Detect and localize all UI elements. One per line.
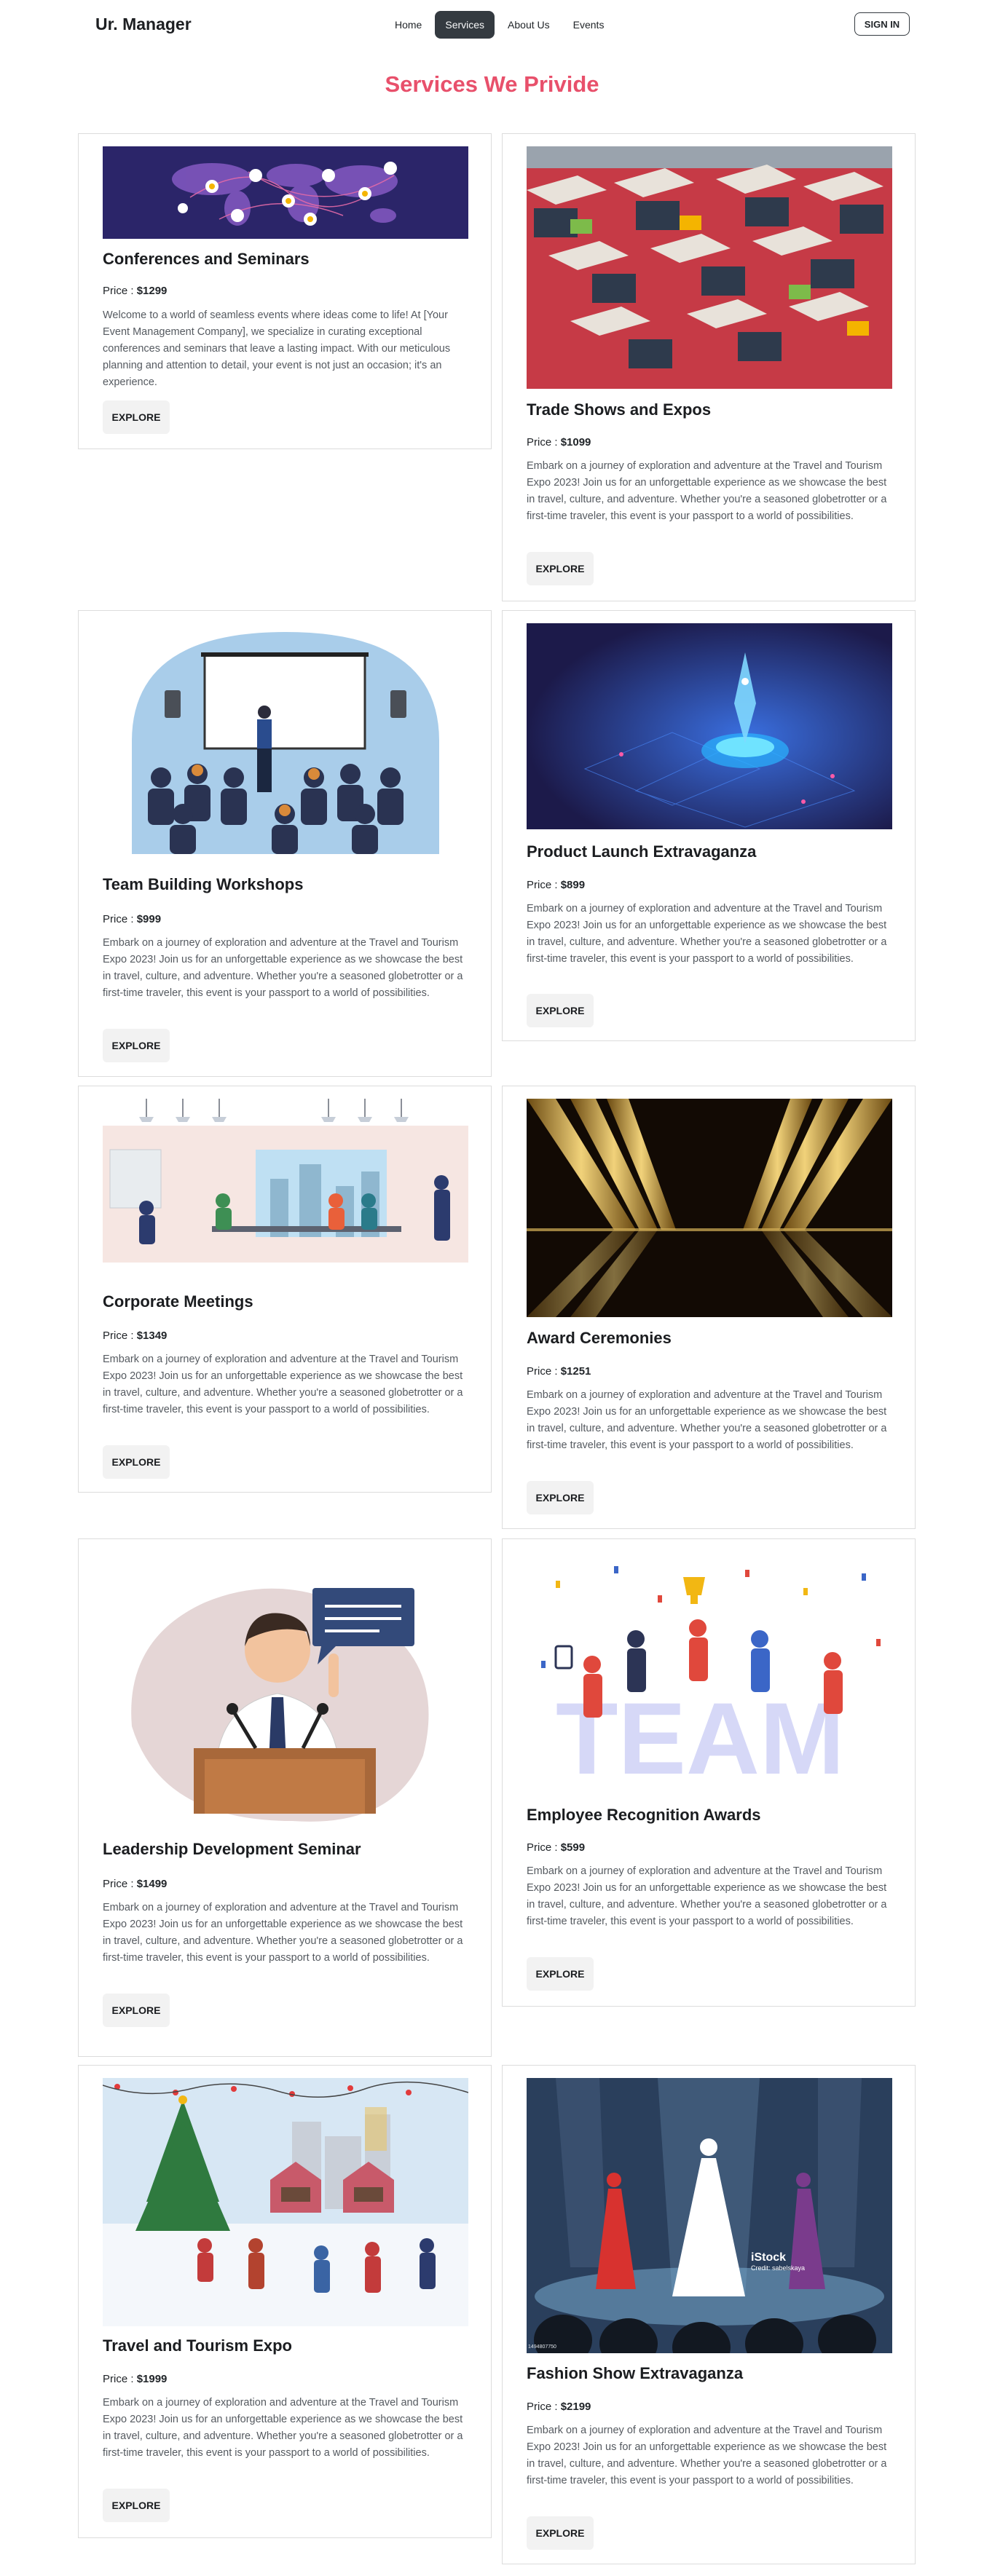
card-title: Product Launch Extravaganza: [527, 842, 757, 861]
watermark-credit: Credit: sabelskaya: [751, 2264, 806, 2272]
service-card-travel-expo: Travel and Tourism Expo Price : $1999 Em…: [78, 2065, 492, 2538]
service-card-leadership: Leadership Development Seminar Price : $…: [78, 1538, 492, 2057]
explore-button[interactable]: EXPLORE: [103, 1445, 170, 1479]
card-description: Embark on a journey of exploration and a…: [527, 903, 887, 965]
winter-market-illustration: [103, 2078, 468, 2326]
explore-button[interactable]: EXPLORE: [103, 2489, 170, 2522]
card-title: Travel and Tourism Expo: [103, 2336, 292, 2355]
card-price: Price : $1251: [527, 1365, 591, 1378]
explore-button[interactable]: EXPLORE: [103, 1029, 170, 1062]
card-title: Fashion Show Extravaganza: [527, 2364, 744, 2382]
card-price: Price : $1349: [103, 1330, 167, 1342]
explore-button[interactable]: EXPLORE: [527, 2516, 594, 2550]
price-label: Price :: [103, 285, 137, 297]
price-label: Price :: [103, 2373, 137, 2385]
explore-button[interactable]: EXPLORE: [527, 552, 594, 585]
service-card-team-building: Team Building Workshops Price : $999 Emb…: [78, 610, 492, 1077]
nav-links: Home Services About Us Events: [385, 11, 614, 39]
card-description: Embark on a journey of exploration and a…: [103, 937, 463, 999]
speaker-podium-illustration: [103, 1552, 468, 1828]
watermark-brand: iStock: [751, 2251, 787, 2264]
price-label: Price :: [527, 436, 561, 449]
card-description: Welcome to a world of seamless events wh…: [103, 309, 451, 388]
service-card-employee-recognition: TEAM Employee Recognition Awards Price :…: [502, 1538, 916, 2007]
office-illustration: [103, 1099, 468, 1268]
fashion-runway-illustration: iStock Credit: sabelskaya 1494807750: [527, 2078, 892, 2353]
nav-link-services[interactable]: Services: [435, 11, 495, 39]
watermark-code: 1494807750: [528, 2344, 556, 2350]
rocket-launch-illustration: [527, 623, 892, 829]
card-price: Price : $1099: [527, 436, 591, 449]
card-description: Embark on a journey of exploration and a…: [103, 1902, 463, 1964]
service-card-trade-shows: Trade Shows and Expos Price : $1099 Emba…: [502, 133, 916, 601]
card-title: Team Building Workshops: [103, 875, 304, 893]
nav-link-home[interactable]: Home: [385, 11, 432, 39]
card-description: Embark on a journey of exploration and a…: [527, 1389, 887, 1451]
price-value: $1251: [560, 1365, 591, 1378]
card-price: Price : $1499: [103, 1878, 167, 1890]
page-title: Services We Privide: [385, 71, 599, 97]
service-card-fashion-show: iStock Credit: sabelskaya 1494807750 Fas…: [502, 2065, 916, 2564]
price-label: Price :: [527, 2401, 561, 2413]
price-value: $2199: [560, 2401, 591, 2413]
price-value: $1499: [136, 1878, 168, 1890]
card-price: Price : $1999: [103, 2373, 167, 2385]
price-label: Price :: [527, 879, 561, 891]
service-card-award-ceremonies: Award Ceremonies Price : $1251 Embark on…: [502, 1086, 916, 1529]
price-value: $1349: [136, 1330, 168, 1342]
price-value: $1299: [136, 285, 168, 297]
price-label: Price :: [103, 913, 137, 925]
card-description: Embark on a journey of exploration and a…: [527, 2425, 887, 2486]
price-label: Price :: [527, 1365, 561, 1378]
explore-button[interactable]: EXPLORE: [103, 400, 170, 434]
explore-button[interactable]: EXPLORE: [103, 1994, 170, 2027]
card-title: Award Ceremonies: [527, 1329, 672, 1347]
card-description: Embark on a journey of exploration and a…: [103, 2397, 463, 2459]
price-value: $999: [136, 913, 162, 925]
card-title: Corporate Meetings: [103, 1292, 253, 1311]
nav-link-events[interactable]: Events: [563, 11, 615, 39]
service-card-product-launch: Product Launch Extravaganza Price : $899…: [502, 610, 916, 1041]
price-value: $1099: [560, 436, 591, 449]
world-network-illustration: [103, 146, 468, 239]
price-label: Price :: [527, 1841, 561, 1854]
explore-button[interactable]: EXPLORE: [527, 1481, 594, 1514]
nav-link-about[interactable]: About Us: [497, 11, 560, 39]
presentation-audience-illustration: [103, 632, 468, 854]
card-price: Price : $1299: [103, 285, 167, 297]
card-description: Embark on a journey of exploration and a…: [103, 1354, 463, 1415]
card-description: Embark on a journey of exploration and a…: [527, 1865, 887, 1927]
explore-button[interactable]: EXPLORE: [527, 994, 594, 1027]
golden-stage-photo: [527, 1099, 892, 1317]
card-title: Employee Recognition Awards: [527, 1806, 761, 1824]
card-price: Price : $999: [103, 913, 161, 925]
card-title: Leadership Development Seminar: [103, 1840, 361, 1858]
card-price: Price : $899: [527, 879, 585, 891]
service-card-corporate-meetings: Corporate Meetings Price : $1349 Embark …: [78, 1086, 492, 1493]
expo-hall-illustration: [527, 146, 892, 389]
explore-button[interactable]: EXPLORE: [527, 1957, 594, 1991]
team-celebration-illustration: TEAM: [527, 1552, 892, 1794]
service-card-conferences: Conferences and Seminars Price : $1299 W…: [78, 133, 492, 449]
card-title: Trade Shows and Expos: [527, 400, 712, 419]
sign-in-button[interactable]: SIGN IN: [854, 12, 910, 36]
price-label: Price :: [103, 1878, 137, 1890]
card-title: Conferences and Seminars: [103, 250, 310, 268]
card-description: Embark on a journey of exploration and a…: [527, 460, 887, 522]
navbar: Ur. Manager Home Services About Us Event…: [0, 0, 984, 50]
card-price: Price : $2199: [527, 2401, 591, 2413]
price-value: $599: [560, 1841, 586, 1854]
price-label: Price :: [103, 1330, 137, 1342]
price-value: $1999: [136, 2373, 168, 2385]
price-value: $899: [560, 879, 586, 891]
card-price: Price : $599: [527, 1841, 585, 1854]
brand-logo[interactable]: Ur. Manager: [95, 15, 192, 34]
